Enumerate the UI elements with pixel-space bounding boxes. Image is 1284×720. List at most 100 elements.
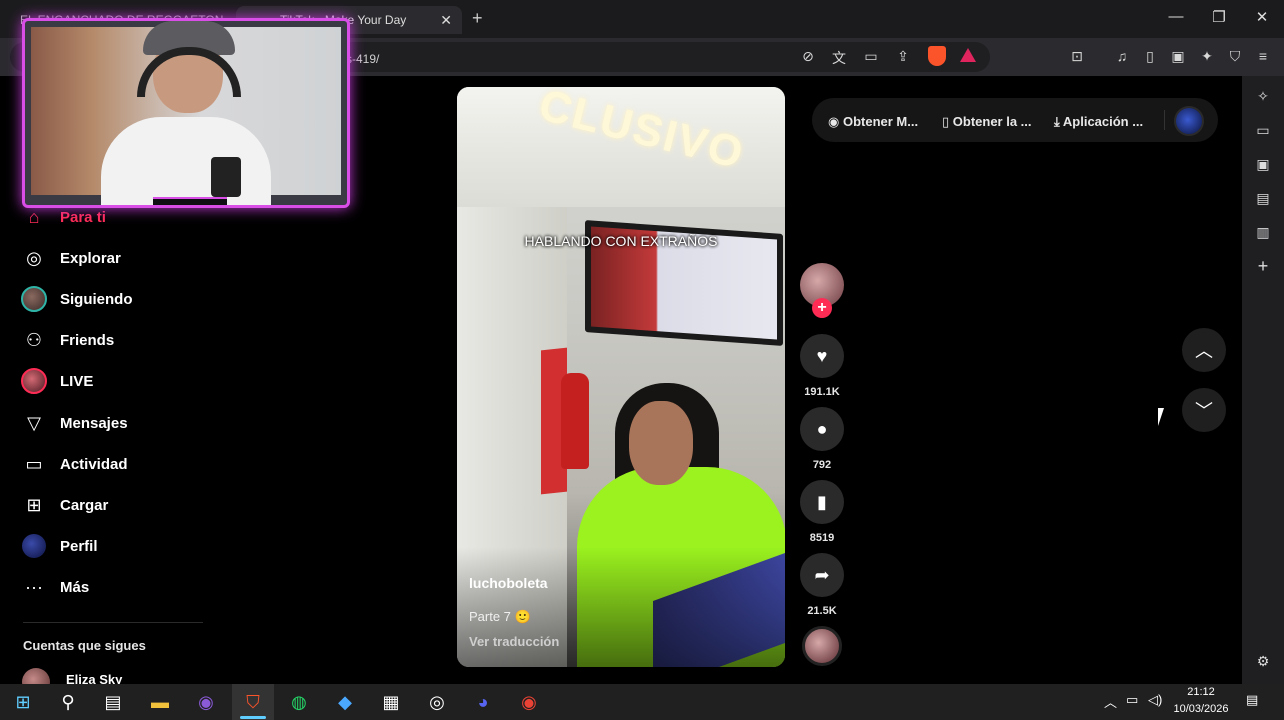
- profile-avatar: [22, 534, 46, 558]
- nav-item-cargar[interactable]: ⊞ Cargar: [20, 490, 108, 520]
- settings-gear-icon[interactable]: ⚙: [1252, 653, 1274, 670]
- discord-icon[interactable]: ◕: [468, 688, 498, 716]
- activity-icon: ▭: [25, 453, 43, 474]
- chevron-up-icon: ︿: [1195, 341, 1213, 361]
- music-icon[interactable]: ♫: [1112, 48, 1132, 64]
- video-author[interactable]: luchoboleta: [469, 575, 548, 591]
- comment-button[interactable]: ●: [800, 407, 844, 451]
- save-count: 8519: [809, 532, 835, 544]
- minimize-button[interactable]: —: [1164, 8, 1188, 25]
- live-avatar: [21, 368, 47, 394]
- new-tab-button[interactable]: +: [472, 8, 483, 29]
- translate-link[interactable]: Ver traducción: [469, 634, 559, 649]
- bookmarks-sidebar-icon[interactable]: ▤: [1252, 190, 1274, 207]
- clock-time[interactable]: 21:12: [1178, 686, 1224, 698]
- share-icon[interactable]: ⇪: [893, 48, 913, 65]
- like-button[interactable]: ♥: [800, 334, 844, 378]
- download-icon: ⤓: [1054, 114, 1063, 129]
- user-avatar[interactable]: [1174, 106, 1204, 136]
- get-coins-button[interactable]: ◉ Obtener M...: [828, 114, 918, 130]
- translate-icon[interactable]: 文: [829, 48, 849, 68]
- start-icon[interactable]: ⊞: [8, 688, 38, 716]
- webcam-video: [31, 21, 341, 205]
- nav-item-perfil[interactable]: Perfil: [20, 531, 98, 561]
- webcam-overlay: [22, 18, 350, 208]
- file-explorer-icon[interactable]: ▬: [145, 688, 175, 716]
- mouse-cursor: [1158, 408, 1164, 426]
- nav-item-friends[interactable]: ⚇ Friends: [20, 325, 114, 355]
- webcam-frame-tab: [153, 197, 227, 205]
- friends-icon: ⚇: [25, 329, 43, 350]
- task-view-icon[interactable]: ▤: [98, 688, 128, 716]
- tab-search-icon[interactable]: ⊡: [1067, 48, 1087, 65]
- nav-label: Friends: [60, 331, 115, 349]
- get-app-button[interactable]: ▯ Obtener la ...: [942, 114, 1032, 130]
- nav-item-live[interactable]: LIVE: [20, 366, 93, 396]
- bookmark-icon: ▮: [817, 491, 827, 512]
- add-sidebar-icon[interactable]: +: [1252, 256, 1274, 277]
- maximize-button[interactable]: ❐: [1207, 8, 1231, 26]
- save-button[interactable]: ▮: [800, 480, 844, 524]
- leo-ai-icon[interactable]: ✦: [1197, 48, 1217, 65]
- pill-label: Aplicación ...: [1062, 114, 1144, 129]
- menu-icon[interactable]: ≡: [1253, 48, 1273, 64]
- vpn-icon[interactable]: ⛉: [1225, 48, 1245, 65]
- desktop-app-button[interactable]: ⤓ Aplicación ...: [1054, 114, 1143, 130]
- nav-item-actividad[interactable]: ▭ Actividad: [20, 449, 128, 479]
- nav-item-mas[interactable]: ··· Más: [20, 572, 89, 602]
- close-window-button[interactable]: ✕: [1250, 8, 1274, 26]
- app-diamond-icon[interactable]: ◆: [330, 688, 360, 716]
- heart-icon: ♥: [816, 345, 828, 366]
- nav-label: Cargar: [60, 496, 109, 514]
- video-caption: Parte 7 🙂: [469, 609, 531, 624]
- nav-label: LIVE: [60, 372, 94, 390]
- cast-icon[interactable]: ▭: [861, 48, 881, 65]
- network-icon[interactable]: ▭: [1126, 692, 1138, 708]
- volume-icon[interactable]: ◁): [1148, 692, 1162, 708]
- leo-sidebar-icon[interactable]: ✧: [1252, 88, 1274, 105]
- wallet-sidebar-icon[interactable]: ▣: [1252, 156, 1274, 173]
- like-count: 191.1K: [804, 386, 840, 398]
- search-icon[interactable]: ⚲: [53, 688, 83, 716]
- follow-button[interactable]: +: [812, 298, 832, 318]
- brave-rewards-icon[interactable]: [960, 48, 976, 62]
- more-icon: ···: [25, 576, 43, 597]
- reading-list-sidebar-icon[interactable]: ▥: [1252, 224, 1274, 241]
- previous-video-button[interactable]: ︿: [1182, 328, 1226, 372]
- no-tracking-icon[interactable]: ⊘: [798, 48, 818, 65]
- chrome-icon[interactable]: ◉: [514, 688, 544, 716]
- wallet-icon[interactable]: ▣: [1168, 48, 1188, 65]
- brave-browser-icon[interactable]: ⛉: [238, 688, 268, 716]
- streaming-app-icon[interactable]: ▦: [376, 688, 406, 716]
- pill-label: Obtener la ...: [952, 114, 1032, 129]
- coin-icon: ◉: [828, 114, 843, 129]
- nav-item-siguiendo[interactable]: Siguiendo: [20, 284, 133, 314]
- nav-label: Más: [60, 578, 90, 596]
- chat-app-icon[interactable]: ◉: [191, 688, 221, 716]
- video-player[interactable]: CLUSIVO HABLANDO CON EXTRAÑOS luchobolet…: [457, 87, 785, 667]
- music-disc[interactable]: [802, 626, 842, 666]
- brave-shields-icon[interactable]: [928, 46, 946, 66]
- obs-icon[interactable]: ◎: [422, 688, 452, 716]
- clock-date[interactable]: 10/03/2026: [1170, 703, 1232, 715]
- whatsapp-icon[interactable]: ◍: [284, 688, 314, 716]
- nav-divider: [23, 622, 203, 623]
- tray-expand-icon[interactable]: ︿: [1104, 692, 1117, 711]
- sidebar-toggle-icon[interactable]: ▯: [1140, 48, 1160, 65]
- next-video-button[interactable]: ﹀: [1182, 388, 1226, 432]
- playlist-sidebar-icon[interactable]: ▭: [1252, 122, 1274, 139]
- following-section-title: Cuentas que sigues: [23, 638, 146, 653]
- phone-icon: ▯: [942, 114, 953, 129]
- send-icon: ▽: [27, 412, 41, 433]
- following-avatar: [21, 286, 47, 312]
- taskbar-active-indicator: [240, 716, 266, 719]
- nav-item-mensajes[interactable]: ▽ Mensajes: [20, 408, 128, 438]
- share-button[interactable]: ➦: [800, 553, 844, 597]
- nav-label: Mensajes: [60, 414, 128, 432]
- nav-label: Actividad: [60, 455, 128, 473]
- share-arrow-icon: ➦: [814, 564, 830, 585]
- nav-label: Para ti: [60, 208, 106, 226]
- nav-item-explorar[interactable]: ◎ Explorar: [20, 243, 121, 273]
- notifications-icon[interactable]: ▤: [1246, 692, 1258, 708]
- tab-close-icon[interactable]: ✕: [440, 12, 452, 29]
